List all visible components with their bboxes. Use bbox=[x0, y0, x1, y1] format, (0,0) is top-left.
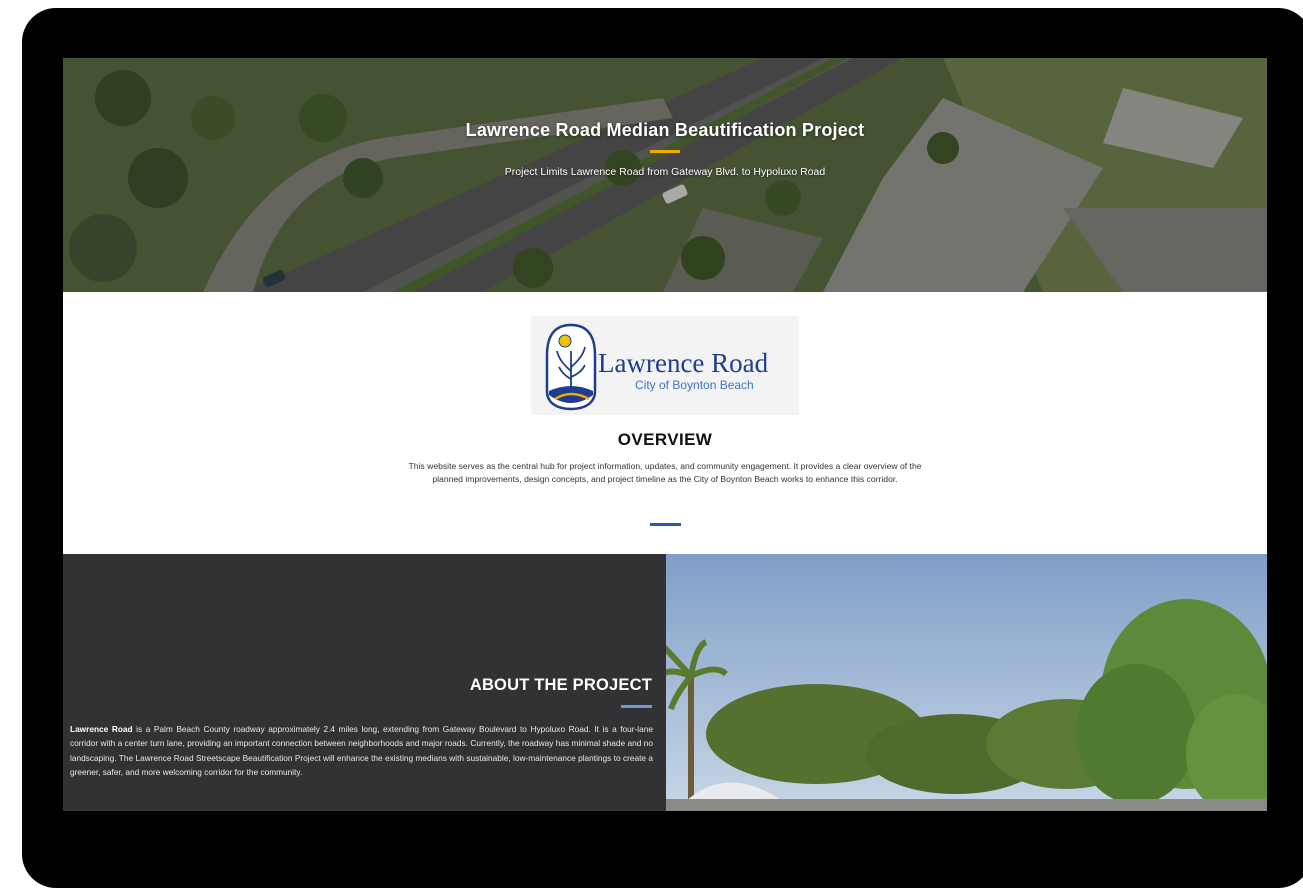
about-text: Lawrence Road is a Palm Beach County roa… bbox=[70, 722, 653, 779]
about-heading: ABOUT THE PROJECT bbox=[469, 676, 652, 694]
roadway-photo bbox=[666, 554, 1267, 811]
overview-accent-bar bbox=[650, 523, 681, 526]
logo-name: Lawrence Road bbox=[598, 348, 769, 378]
about-body: is a Palm Beach County roadway approxima… bbox=[70, 724, 653, 777]
overview-section: Lawrence Road City of Boynton Beach OVER… bbox=[63, 292, 1267, 554]
overview-heading: OVERVIEW bbox=[617, 430, 713, 449]
logo-emblem-icon bbox=[545, 323, 597, 411]
about-accent-bar bbox=[621, 705, 652, 708]
about-section: ABOUT THE PROJECT Lawrence Road is a Pal… bbox=[63, 554, 666, 811]
roadway-trees-image bbox=[666, 554, 1267, 811]
hero-title: Lawrence Road Median Beautification Proj… bbox=[465, 120, 865, 140]
lawrence-road-logo: Lawrence Road City of Boynton Beach bbox=[531, 316, 799, 415]
hero-subtitle: Project Limits Lawrence Road from Gatewa… bbox=[504, 166, 826, 178]
hero-banner: Lawrence Road Median Beautification Proj… bbox=[63, 58, 1267, 292]
website-screen: Lawrence Road Median Beautification Proj… bbox=[63, 58, 1267, 811]
logo-subname: City of Boynton Beach bbox=[635, 378, 754, 392]
overview-text: This website serves as the central hub f… bbox=[408, 461, 922, 484]
about-lead: Lawrence Road bbox=[70, 724, 133, 734]
hero-accent-bar bbox=[650, 150, 680, 153]
